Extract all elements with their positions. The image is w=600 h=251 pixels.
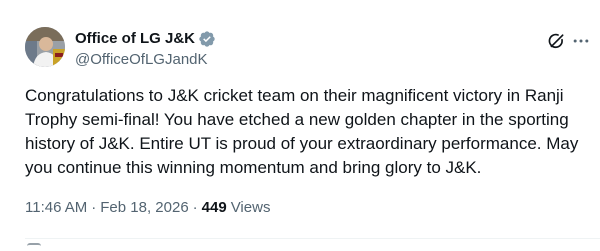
grok-icon[interactable] xyxy=(546,31,566,51)
post-card: Office of LG J&K @OfficeOfLGJandK Congra… xyxy=(0,0,600,249)
divider xyxy=(25,238,600,239)
post-meta: 11:46 AM · Feb 18, 2026 · 449 Views xyxy=(25,198,270,218)
avatar-image xyxy=(25,27,65,67)
meta-separator: · xyxy=(91,199,97,216)
avatar[interactable] xyxy=(25,27,65,67)
post-time[interactable]: 11:46 AM xyxy=(25,198,87,218)
author-display-name[interactable]: Office of LG J&K xyxy=(75,29,195,49)
author-name-row: Office of LG J&K xyxy=(75,29,216,49)
verified-badge-icon xyxy=(198,30,216,48)
post-date[interactable]: Feb 18, 2026 xyxy=(100,198,188,218)
post-text: Congratulations to J&K cricket team on t… xyxy=(25,86,579,177)
meta-separator: · xyxy=(192,199,198,216)
views-label: Views xyxy=(230,199,271,216)
reply-icon[interactable] xyxy=(27,243,41,251)
author-handle[interactable]: @OfficeOfLGJandK xyxy=(75,50,208,70)
views-count: 449 xyxy=(201,199,227,216)
more-options-icon[interactable] xyxy=(571,31,591,51)
